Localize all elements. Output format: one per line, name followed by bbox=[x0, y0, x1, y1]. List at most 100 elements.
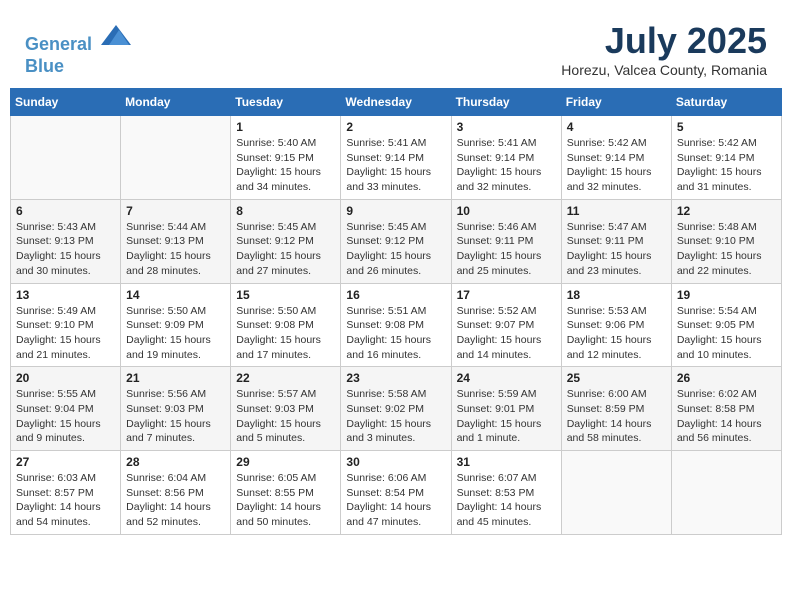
calendar-day-cell: 19 Sunrise: 5:54 AM Sunset: 9:05 PM Dayli… bbox=[671, 283, 781, 367]
calendar-day-cell: 4 Sunrise: 5:42 AM Sunset: 9:14 PM Daylig… bbox=[561, 116, 671, 200]
weekday-header: Friday bbox=[561, 89, 671, 116]
day-info: Sunrise: 6:02 AM Sunset: 8:58 PM Dayligh… bbox=[677, 387, 776, 446]
logo-blue: Blue bbox=[25, 56, 131, 78]
day-info: Sunrise: 6:04 AM Sunset: 8:56 PM Dayligh… bbox=[126, 471, 225, 530]
location: Horezu, Valcea County, Romania bbox=[561, 62, 767, 78]
day-number: 17 bbox=[457, 288, 556, 302]
day-number: 24 bbox=[457, 371, 556, 385]
calendar-table: SundayMondayTuesdayWednesdayThursdayFrid… bbox=[10, 88, 782, 535]
day-info: Sunrise: 5:58 AM Sunset: 9:02 PM Dayligh… bbox=[346, 387, 445, 446]
day-number: 4 bbox=[567, 120, 666, 134]
day-info: Sunrise: 5:45 AM Sunset: 9:12 PM Dayligh… bbox=[236, 220, 335, 279]
calendar-day-cell: 20 Sunrise: 5:55 AM Sunset: 9:04 PM Dayli… bbox=[11, 367, 121, 451]
day-info: Sunrise: 5:41 AM Sunset: 9:14 PM Dayligh… bbox=[346, 136, 445, 195]
day-number: 20 bbox=[16, 371, 115, 385]
calendar-day-cell: 12 Sunrise: 5:48 AM Sunset: 9:10 PM Dayli… bbox=[671, 199, 781, 283]
weekday-header: Tuesday bbox=[231, 89, 341, 116]
logo-general: General bbox=[25, 34, 92, 54]
day-number: 7 bbox=[126, 204, 225, 218]
calendar-day-cell: 26 Sunrise: 6:02 AM Sunset: 8:58 PM Dayli… bbox=[671, 367, 781, 451]
calendar-day-cell: 27 Sunrise: 6:03 AM Sunset: 8:57 PM Dayli… bbox=[11, 451, 121, 535]
calendar-day-cell: 11 Sunrise: 5:47 AM Sunset: 9:11 PM Dayli… bbox=[561, 199, 671, 283]
calendar-day-cell: 9Sunrise: 5:45 AM Sunset: 9:12 PM Daylig… bbox=[341, 199, 451, 283]
day-number: 19 bbox=[677, 288, 776, 302]
calendar-day-cell: 21 Sunrise: 5:56 AM Sunset: 9:03 PM Dayli… bbox=[121, 367, 231, 451]
calendar-week-row: 27 Sunrise: 6:03 AM Sunset: 8:57 PM Dayli… bbox=[11, 451, 782, 535]
day-info: Sunrise: 5:56 AM Sunset: 9:03 PM Dayligh… bbox=[126, 387, 225, 446]
day-info: Sunrise: 5:52 AM Sunset: 9:07 PM Dayligh… bbox=[457, 304, 556, 363]
calendar-day-cell: 15 Sunrise: 5:50 AM Sunset: 9:08 PM Dayli… bbox=[231, 283, 341, 367]
calendar-day-cell: 5Sunrise: 5:42 AM Sunset: 9:14 PM Daylig… bbox=[671, 116, 781, 200]
day-number: 12 bbox=[677, 204, 776, 218]
calendar-header-row: SundayMondayTuesdayWednesdayThursdayFrid… bbox=[11, 89, 782, 116]
calendar-day-cell: 25Sunrise: 6:00 AM Sunset: 8:59 PM Dayli… bbox=[561, 367, 671, 451]
day-info: Sunrise: 6:06 AM Sunset: 8:54 PM Dayligh… bbox=[346, 471, 445, 530]
day-info: Sunrise: 6:05 AM Sunset: 8:55 PM Dayligh… bbox=[236, 471, 335, 530]
day-number: 10 bbox=[457, 204, 556, 218]
day-info: Sunrise: 5:40 AM Sunset: 9:15 PM Dayligh… bbox=[236, 136, 335, 195]
weekday-header: Thursday bbox=[451, 89, 561, 116]
day-info: Sunrise: 5:55 AM Sunset: 9:04 PM Dayligh… bbox=[16, 387, 115, 446]
day-number: 27 bbox=[16, 455, 115, 469]
day-number: 31 bbox=[457, 455, 556, 469]
day-info: Sunrise: 5:50 AM Sunset: 9:09 PM Dayligh… bbox=[126, 304, 225, 363]
day-info: Sunrise: 5:43 AM Sunset: 9:13 PM Dayligh… bbox=[16, 220, 115, 279]
calendar-day-cell: 29 Sunrise: 6:05 AM Sunset: 8:55 PM Dayli… bbox=[231, 451, 341, 535]
weekday-header: Monday bbox=[121, 89, 231, 116]
day-number: 28 bbox=[126, 455, 225, 469]
day-info: Sunrise: 5:45 AM Sunset: 9:12 PM Dayligh… bbox=[346, 220, 445, 279]
day-number: 6 bbox=[16, 204, 115, 218]
day-info: Sunrise: 5:51 AM Sunset: 9:08 PM Dayligh… bbox=[346, 304, 445, 363]
calendar-day-cell: 14 Sunrise: 5:50 AM Sunset: 9:09 PM Dayli… bbox=[121, 283, 231, 367]
day-info: Sunrise: 5:48 AM Sunset: 9:10 PM Dayligh… bbox=[677, 220, 776, 279]
day-number: 5 bbox=[677, 120, 776, 134]
calendar-day-cell: 31 Sunrise: 6:07 AM Sunset: 8:53 PM Dayli… bbox=[451, 451, 561, 535]
day-number: 25 bbox=[567, 371, 666, 385]
weekday-header: Sunday bbox=[11, 89, 121, 116]
calendar-day-cell: 1 Sunrise: 5:40 AM Sunset: 9:15 PM Daylig… bbox=[231, 116, 341, 200]
day-number: 11 bbox=[567, 204, 666, 218]
calendar-day-cell: 23 Sunrise: 5:58 AM Sunset: 9:02 PM Dayli… bbox=[341, 367, 451, 451]
calendar-day-cell: 16 Sunrise: 5:51 AM Sunset: 9:08 PM Dayli… bbox=[341, 283, 451, 367]
day-number: 16 bbox=[346, 288, 445, 302]
day-number: 14 bbox=[126, 288, 225, 302]
page-header: General Blue July 2025 Horezu, Valcea Co… bbox=[10, 10, 782, 83]
day-info: Sunrise: 5:42 AM Sunset: 9:14 PM Dayligh… bbox=[567, 136, 666, 195]
calendar-day-cell bbox=[11, 116, 121, 200]
day-number: 1 bbox=[236, 120, 335, 134]
day-info: Sunrise: 6:07 AM Sunset: 8:53 PM Dayligh… bbox=[457, 471, 556, 530]
title-block: July 2025 Horezu, Valcea County, Romania bbox=[561, 20, 767, 78]
day-number: 15 bbox=[236, 288, 335, 302]
day-number: 3 bbox=[457, 120, 556, 134]
day-info: Sunrise: 5:50 AM Sunset: 9:08 PM Dayligh… bbox=[236, 304, 335, 363]
calendar-day-cell: 28 Sunrise: 6:04 AM Sunset: 8:56 PM Dayli… bbox=[121, 451, 231, 535]
calendar-day-cell bbox=[561, 451, 671, 535]
day-number: 26 bbox=[677, 371, 776, 385]
calendar-week-row: 13Sunrise: 5:49 AM Sunset: 9:10 PM Dayli… bbox=[11, 283, 782, 367]
calendar-day-cell: 30 Sunrise: 6:06 AM Sunset: 8:54 PM Dayli… bbox=[341, 451, 451, 535]
calendar-day-cell: 17 Sunrise: 5:52 AM Sunset: 9:07 PM Dayli… bbox=[451, 283, 561, 367]
day-number: 30 bbox=[346, 455, 445, 469]
day-info: Sunrise: 5:59 AM Sunset: 9:01 PM Dayligh… bbox=[457, 387, 556, 446]
day-number: 23 bbox=[346, 371, 445, 385]
calendar-week-row: 6 Sunrise: 5:43 AM Sunset: 9:13 PM Daylig… bbox=[11, 199, 782, 283]
day-number: 29 bbox=[236, 455, 335, 469]
day-info: Sunrise: 5:47 AM Sunset: 9:11 PM Dayligh… bbox=[567, 220, 666, 279]
day-info: Sunrise: 5:57 AM Sunset: 9:03 PM Dayligh… bbox=[236, 387, 335, 446]
calendar-day-cell: 7 Sunrise: 5:44 AM Sunset: 9:13 PM Daylig… bbox=[121, 199, 231, 283]
logo: General Blue bbox=[25, 20, 131, 77]
day-info: Sunrise: 5:44 AM Sunset: 9:13 PM Dayligh… bbox=[126, 220, 225, 279]
day-info: Sunrise: 5:53 AM Sunset: 9:06 PM Dayligh… bbox=[567, 304, 666, 363]
day-number: 21 bbox=[126, 371, 225, 385]
logo-text: General bbox=[25, 20, 131, 56]
calendar-day-cell bbox=[121, 116, 231, 200]
calendar-day-cell: 13Sunrise: 5:49 AM Sunset: 9:10 PM Dayli… bbox=[11, 283, 121, 367]
calendar-day-cell: 10Sunrise: 5:46 AM Sunset: 9:11 PM Dayli… bbox=[451, 199, 561, 283]
day-number: 13 bbox=[16, 288, 115, 302]
day-number: 2 bbox=[346, 120, 445, 134]
day-info: Sunrise: 6:03 AM Sunset: 8:57 PM Dayligh… bbox=[16, 471, 115, 530]
weekday-header: Wednesday bbox=[341, 89, 451, 116]
day-info: Sunrise: 5:54 AM Sunset: 9:05 PM Dayligh… bbox=[677, 304, 776, 363]
calendar-week-row: 20 Sunrise: 5:55 AM Sunset: 9:04 PM Dayli… bbox=[11, 367, 782, 451]
calendar-day-cell: 8Sunrise: 5:45 AM Sunset: 9:12 PM Daylig… bbox=[231, 199, 341, 283]
